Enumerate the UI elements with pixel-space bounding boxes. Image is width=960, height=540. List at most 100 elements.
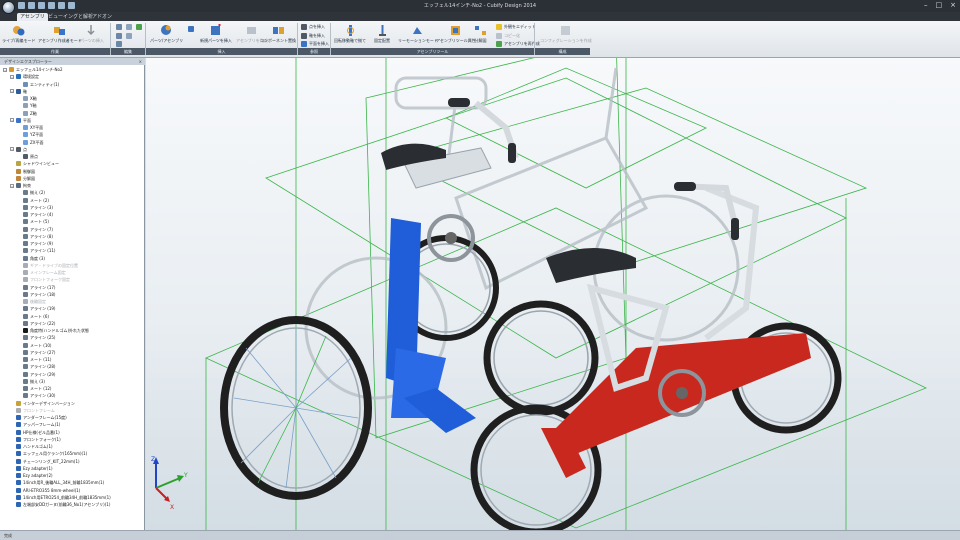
fixed-place-button[interactable]: 固定配置: [374, 24, 390, 44]
tree-node[interactable]: 原点: [17, 153, 38, 160]
tree-node[interactable]: − 点: [10, 146, 27, 153]
tree-node[interactable]: 左端部安DDガーヌ(前輪36_No1(アセンブリ)(1): [10, 501, 110, 508]
tree-node[interactable]: ハンドルゴム(1): [10, 443, 53, 450]
tree-node[interactable]: アライン (25): [17, 334, 55, 341]
edit-tool-1[interactable]: [116, 24, 124, 30]
edit-tool-3[interactable]: [116, 41, 124, 47]
insert-axis-button[interactable]: 軸を挿入: [301, 33, 325, 39]
tree-node[interactable]: − エッフェル14インチ-No2: [3, 66, 63, 73]
tree-node[interactable]: アライン (30): [17, 392, 55, 399]
tree-node[interactable]: 14inch用R_後輪ALL_34H_前輪1835mm(1): [10, 479, 104, 486]
tree-node[interactable]: 角度 (3): [17, 255, 45, 262]
tree-node[interactable]: インターデザインバージョン: [10, 400, 75, 407]
exploded-view-button[interactable]: 分解図: [474, 24, 487, 44]
panel-close-icon[interactable]: ×: [139, 58, 142, 65]
assembly-mode-button[interactable]: アセンブリ作成者モード: [38, 24, 82, 44]
tree-node[interactable]: − 平面: [10, 117, 31, 124]
expand-toggle-icon[interactable]: −: [10, 89, 14, 94]
tree-node[interactable]: メート (6): [17, 313, 49, 320]
copy-button[interactable]: コピー化: [496, 33, 520, 39]
tree-node[interactable]: チェーンリング_KIT_22mm(1): [10, 458, 80, 465]
tree-node[interactable]: フロントフォーク固定: [17, 276, 70, 283]
rotate-align-button[interactable]: 回転移動軸で揃て: [334, 24, 366, 44]
tab-addon[interactable]: アドオン: [89, 13, 115, 21]
tree-node[interactable]: メインフレーム固定: [17, 269, 66, 276]
tree-node[interactable]: − 環境設定: [10, 73, 39, 80]
tree-node[interactable]: Z軸: [17, 110, 37, 117]
tree-node[interactable]: アライン (9): [17, 240, 53, 247]
tree-node[interactable]: アライン (4): [17, 211, 53, 218]
tree-node[interactable]: ZX平面: [17, 139, 43, 146]
parts-assembly-button[interactable]: パーツ/アセンブリ: [150, 24, 183, 44]
tree-node[interactable]: 揃え (2): [17, 189, 45, 196]
tree-node[interactable]: アライン (18): [17, 291, 55, 298]
tree-node[interactable]: Y軸: [17, 102, 36, 109]
create-configuration-button[interactable]: コンフィグレーションを作成: [540, 24, 592, 44]
part-insert-button[interactable]: パーツの挿入: [80, 24, 104, 44]
insert-mode-button[interactable]: ライブ/再編モード: [2, 24, 35, 44]
edit-tool-4[interactable]: [126, 24, 134, 30]
tree-node[interactable]: アライン (3): [17, 204, 53, 211]
application-menu-button[interactable]: [2, 1, 15, 14]
expand-toggle-icon[interactable]: −: [10, 147, 14, 152]
part-mode-toggle[interactable]: [188, 26, 196, 32]
tree-node[interactable]: YZ平面: [17, 131, 43, 138]
3d-viewport[interactable]: Z Y X: [146, 58, 960, 530]
close-icon[interactable]: ×: [950, 1, 956, 10]
tree-node[interactable]: X軸: [17, 95, 37, 102]
tree-node[interactable]: アライン (28): [17, 363, 55, 370]
tree-node[interactable]: Ezy adapter(1): [10, 465, 53, 472]
insert-plane-button[interactable]: 平面を挿入: [301, 41, 329, 47]
tree-node[interactable]: アッパーフレーム(1): [10, 421, 60, 428]
tree-node[interactable]: 角度特(ハンドルゴム)外れた状態: [17, 327, 89, 334]
tree-node[interactable]: メート (12): [17, 385, 51, 392]
tab-assembly[interactable]: アセンブリ: [17, 13, 48, 21]
tree-node[interactable]: 揃え (3): [17, 378, 45, 385]
tree-node[interactable]: 後輪固定: [17, 298, 46, 305]
motion-mode-button[interactable]: リーモーションモード: [398, 24, 438, 44]
component-replace-button[interactable]: コンポーネント置換: [260, 24, 296, 44]
tree-node[interactable]: アンダーフレーム(15度): [10, 414, 67, 421]
insert-point-button[interactable]: 点を挿入: [301, 24, 325, 30]
expand-toggle-icon[interactable]: −: [10, 183, 14, 188]
minimize-icon[interactable]: –: [924, 1, 928, 10]
tree-node[interactable]: ARI-ETRO355 8mm-wheel(1): [10, 487, 80, 494]
tree-node[interactable]: XY平面: [17, 124, 43, 131]
edit-tool-2[interactable]: [116, 33, 124, 39]
tree-node[interactable]: フロントフォーク(1): [10, 436, 61, 443]
tree-node[interactable]: 分解図: [10, 175, 35, 182]
tree-node[interactable]: アライン (11): [17, 247, 55, 254]
maximize-icon[interactable]: □: [936, 1, 943, 10]
tree-node[interactable]: アライン (7): [17, 226, 53, 233]
tree-node[interactable]: HP仕様(ゼル品番(1): [10, 429, 60, 436]
tree-node[interactable]: エンティティ(1): [17, 81, 59, 88]
tree-node[interactable]: エッフェル用クランク(165mm)(1): [10, 450, 87, 457]
tree-node[interactable]: 制御図: [10, 168, 35, 175]
tree-node[interactable]: アライン (8): [17, 233, 53, 240]
tree-node[interactable]: Ezy adapter(2): [10, 472, 53, 479]
tree-node[interactable]: アライン (19): [17, 305, 55, 312]
tree-node[interactable]: アライン (27): [17, 349, 55, 356]
tree-node[interactable]: フロントフレーム: [10, 407, 55, 414]
edit-tool-6[interactable]: [136, 24, 144, 30]
tree-node[interactable]: − 軸: [10, 88, 27, 95]
tree-node[interactable]: − 拘束: [10, 182, 31, 189]
edit-tool-5[interactable]: [126, 33, 134, 39]
tree-node[interactable]: シャドウインビュー: [10, 160, 59, 167]
assembly-tools-button[interactable]: アセンブリツール属性: [436, 24, 476, 44]
expand-toggle-icon[interactable]: −: [10, 118, 14, 123]
tree-node[interactable]: ギア・ドライブの固定位置: [17, 262, 78, 269]
tree-node[interactable]: メート (10): [17, 342, 51, 349]
expand-toggle-icon[interactable]: −: [10, 74, 14, 79]
tree-node[interactable]: アライン (29): [17, 371, 55, 378]
tree-node[interactable]: メート (2): [17, 197, 49, 204]
new-part-insert-button[interactable]: 新規パーツを挿入: [200, 24, 232, 44]
edit-appearance-button[interactable]: 外観をエディット: [496, 24, 536, 30]
tree-node[interactable]: メート (11): [17, 356, 51, 363]
tree-node[interactable]: 14inch用ETRO254_前輪34H_前輪1835mm(1): [10, 494, 111, 501]
tree-node[interactable]: アライン (22): [17, 320, 55, 327]
expand-toggle-icon[interactable]: −: [3, 67, 7, 72]
model-canvas[interactable]: [146, 58, 960, 530]
tree-node[interactable]: アライン (17): [17, 284, 55, 291]
tree-node[interactable]: メート (5): [17, 218, 49, 225]
